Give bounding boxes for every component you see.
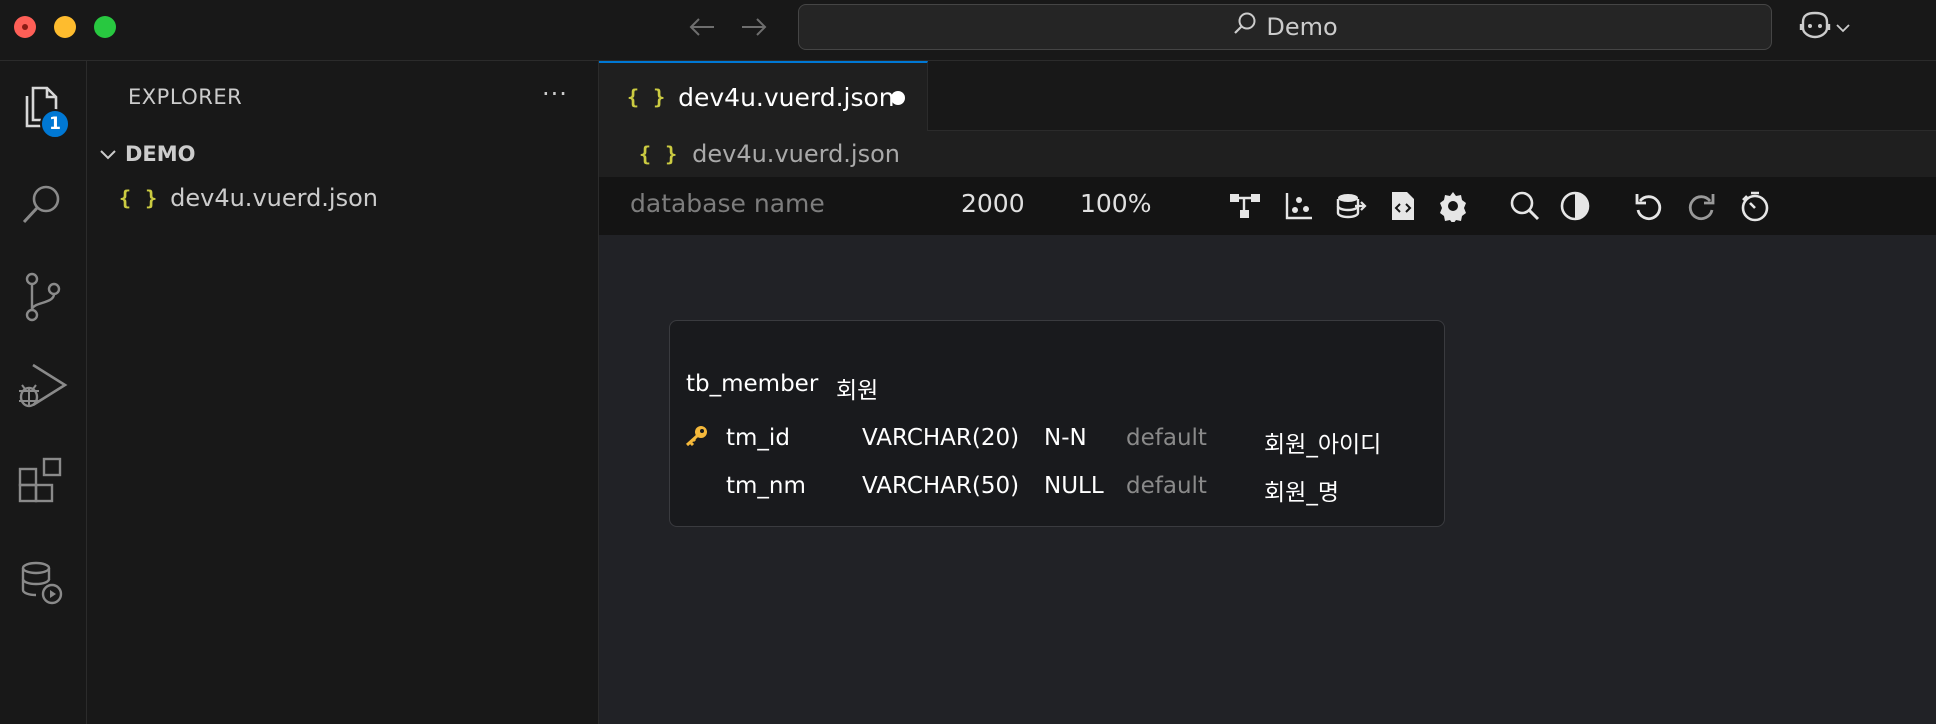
table-row[interactable]: tm_id VARCHAR(20) N-N default 회원_아이디 bbox=[670, 421, 1446, 459]
sidebar-title: EXPLORER bbox=[128, 85, 243, 109]
explorer-sidebar: EXPLORER ··· DEMO { } dev4u.vuerd.json bbox=[87, 61, 599, 724]
column-name[interactable]: tm_id bbox=[726, 425, 790, 451]
more-actions-icon[interactable]: ··· bbox=[535, 77, 575, 111]
chevron-down-icon bbox=[99, 142, 117, 166]
source-control-icon[interactable] bbox=[14, 269, 70, 325]
folder-label: DEMO bbox=[125, 142, 196, 166]
title-bar: Demo bbox=[0, 0, 1936, 61]
erd-canvas[interactable]: tb_member 회원 tm_id VARCHAR(20) N-N defau… bbox=[599, 235, 1936, 724]
window-minimize-button[interactable] bbox=[54, 16, 76, 38]
explorer-badge: 1 bbox=[40, 109, 70, 139]
extensions-icon[interactable] bbox=[14, 453, 70, 509]
chevron-down-icon bbox=[1836, 18, 1850, 37]
json-file-icon: { } bbox=[639, 142, 679, 166]
primary-key-icon bbox=[684, 425, 710, 453]
erd-table-tb-member[interactable]: tb_member 회원 tm_id VARCHAR(20) N-N defau… bbox=[669, 320, 1445, 527]
folder-demo[interactable]: DEMO bbox=[99, 137, 196, 171]
search-icon[interactable] bbox=[1507, 188, 1543, 224]
zoom-level[interactable]: 100% bbox=[1080, 189, 1151, 218]
unsaved-dot-icon[interactable] bbox=[891, 91, 905, 105]
editor-tabs: { } dev4u.vuerd.json bbox=[599, 61, 1936, 131]
file-item[interactable]: { } dev4u.vuerd.json bbox=[119, 181, 378, 215]
tab-label: dev4u.vuerd.json bbox=[678, 82, 895, 112]
database-name-input[interactable]: database name bbox=[630, 189, 825, 218]
breadcrumb: { } dev4u.vuerd.json bbox=[599, 131, 1936, 177]
table-row[interactable]: tm_nm VARCHAR(50) NULL default 회원_명 bbox=[670, 469, 1446, 507]
breadcrumb-item[interactable]: dev4u.vuerd.json bbox=[692, 140, 900, 168]
column-type[interactable]: VARCHAR(50) bbox=[862, 473, 1019, 499]
copilot-menu[interactable] bbox=[1798, 10, 1858, 44]
file-label: dev4u.vuerd.json bbox=[170, 184, 378, 212]
relationship-icon[interactable] bbox=[1227, 188, 1263, 224]
json-file-icon: { } bbox=[627, 85, 667, 109]
scatter-icon[interactable] bbox=[1281, 188, 1317, 224]
window-close-button[interactable] bbox=[14, 16, 36, 38]
canvas-size-input[interactable]: 2000 bbox=[961, 189, 1025, 218]
activity-bar: 1 bbox=[0, 61, 87, 724]
undo-icon[interactable] bbox=[1631, 188, 1667, 224]
column-default[interactable]: default bbox=[1126, 425, 1207, 451]
column-nullable[interactable]: NULL bbox=[1044, 473, 1104, 499]
json-file-icon: { } bbox=[119, 186, 159, 210]
column-nullable[interactable]: N-N bbox=[1044, 425, 1087, 451]
theme-contrast-icon[interactable] bbox=[1557, 188, 1593, 224]
column-default[interactable]: default bbox=[1126, 473, 1207, 499]
code-file-icon[interactable] bbox=[1385, 188, 1421, 224]
forward-arrow-icon[interactable] bbox=[736, 10, 772, 44]
column-name[interactable]: tm_nm bbox=[726, 473, 806, 499]
command-center-label: Demo bbox=[1266, 13, 1338, 41]
search-icon bbox=[1232, 11, 1258, 43]
window-maximize-button[interactable] bbox=[94, 16, 116, 38]
copilot-icon bbox=[1798, 10, 1832, 44]
tab-dev4u-vuerd-json[interactable]: { } dev4u.vuerd.json bbox=[599, 61, 928, 131]
run-debug-icon[interactable] bbox=[14, 359, 70, 415]
erd-toolbar: database name 2000 100% bbox=[599, 177, 1936, 235]
table-name[interactable]: tb_member bbox=[686, 371, 818, 397]
redo-icon[interactable] bbox=[1683, 188, 1719, 224]
database-run-icon[interactable] bbox=[14, 555, 70, 611]
search-icon[interactable] bbox=[14, 177, 70, 233]
command-center-search[interactable]: Demo bbox=[798, 4, 1772, 50]
settings-icon[interactable] bbox=[1435, 188, 1471, 224]
database-export-icon[interactable] bbox=[1333, 188, 1369, 224]
column-comment[interactable]: 회원_아이디 bbox=[1264, 425, 1381, 459]
column-comment[interactable]: 회원_명 bbox=[1264, 473, 1339, 507]
table-comment[interactable]: 회원 bbox=[836, 371, 878, 405]
back-arrow-icon[interactable] bbox=[684, 10, 720, 44]
timer-icon[interactable] bbox=[1737, 188, 1773, 224]
column-type[interactable]: VARCHAR(20) bbox=[862, 425, 1019, 451]
